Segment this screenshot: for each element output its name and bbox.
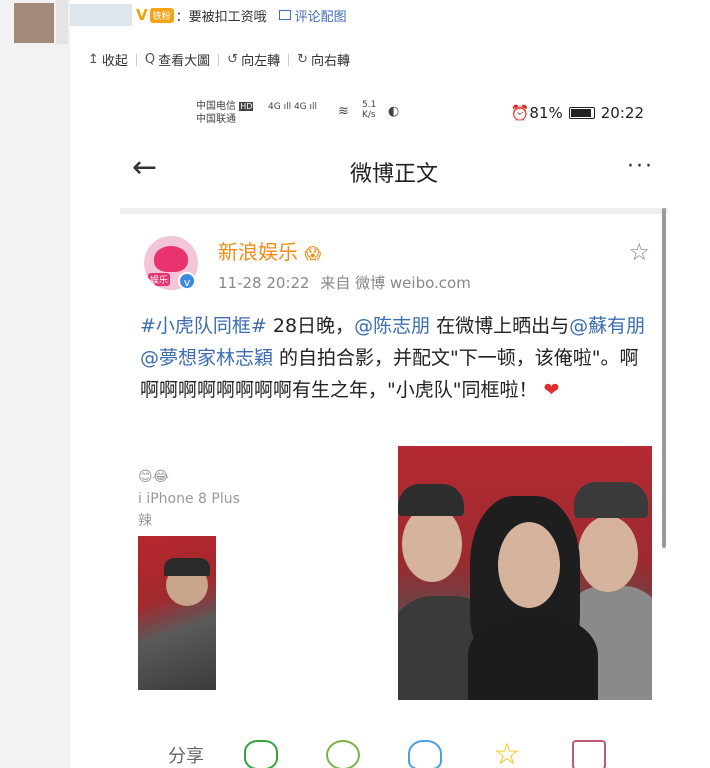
person-body [468,616,598,700]
favorite-star-icon: ☆ [628,238,650,266]
status-right: ⏰81% 20:22 [511,104,644,122]
author-emoji-icon: 😱 [304,244,322,263]
person-cap [398,484,464,516]
fan-badge: 铁粉 [149,7,174,23]
strip-device: i iPhone 8 Plus [138,491,240,507]
post-text-1: 28日晚， [266,315,355,337]
comment-image[interactable]: 中国电信 HD 中国联通 4G ıll 4G ıll ≋ 5.1 K/s ◐ ⏰… [120,82,668,768]
net-speed-value: 5.1 [362,100,377,110]
verified-badge: V [136,6,148,24]
star-icon: ☆ [493,737,521,768]
sina-eye-logo [154,246,188,272]
comment-picture-label: 评论配图 [294,9,347,25]
signal-1-label: 4G [268,102,281,112]
post-text-2: 在微博上晒出与 [430,315,570,337]
comment-row: V 铁粉 ：要被扣工资哦 评论配图 [70,0,347,30]
status-time: 20:22 [600,104,644,122]
phone-status-bar: 中国电信 HD 中国联通 4G ıll 4G ıll ≋ 5.1 K/s ◐ ⏰… [120,82,668,132]
commenter-avatar[interactable] [14,3,54,43]
section-divider [120,208,668,214]
post-time: 11-28 20:22 [218,274,310,292]
net-speed-unit: K/s [362,110,376,120]
rotate-left-label: 向左轉 [241,54,281,69]
mention-3: @夢想家林志穎 [140,347,274,369]
moments-icon [326,740,360,768]
heart-icon: ❤ [543,379,560,401]
person-cap [164,558,210,576]
mention-2: @蘇有朋 [569,315,646,337]
image-icon [278,10,291,20]
battery-icon [568,107,595,119]
person-cap [574,482,648,518]
rotate-right-icon: ↻ [297,52,308,67]
alarm-battery-text: ⏰81% [510,104,563,122]
collapse-icon: ↥ [88,52,99,67]
topic-tag: #小虎队同框# [140,315,267,337]
post-meta: 11-28 20:22 来自 微博 weibo.com [218,272,471,293]
signal-bars-icon: ıll [306,102,318,112]
cropped-repost-strip: 😊😂 i iPhone 8 Plus 辣 [138,466,240,532]
wifi-icon: ≋ [338,104,349,119]
avatar-label: 娱乐 [148,273,171,286]
weibo-nav-bar: ← 微博正文 ··· [120,138,668,198]
left-margin [0,0,70,768]
carrier-2: 中国联通 [196,114,236,125]
post-source: 来自 微博 weibo.com [320,274,471,292]
photo-icon [572,740,606,768]
signal-2-label: 4G [293,102,307,112]
hd-badge: HD [239,102,254,111]
strip-emoji: 😊😂 [138,469,169,485]
small-photo [138,536,216,690]
view-large-button[interactable]: Q 查看大圖 [137,50,218,69]
more-icon: ··· [627,154,654,179]
avatar-frame [56,0,68,44]
image-toolbar: ↥ 收起 Q 查看大圖 ↺ 向左轉 ↻ 向右轉 [88,50,358,69]
rotate-left-button[interactable]: ↺ 向左轉 [219,50,288,69]
scrollbar [662,208,666,548]
carrier-names: 中国电信 HD 中国联通 [196,100,254,126]
strip-text: 辣 [138,513,152,529]
post-author: 新浪娱乐 😱 [218,236,321,265]
view-large-label: 查看大圖 [158,54,211,69]
selfie-photo [398,446,652,700]
signal-indicators: 4G ıll 4G ıll [268,102,317,112]
qq-icon [408,740,442,768]
wechat-icon [244,740,278,768]
share-label: 分享 [168,746,204,767]
share-bar: 分享 ☆ [168,737,668,768]
rotate-right-button[interactable]: ↻ 向右轉 [289,50,358,69]
commenter-name-redacted[interactable] [70,4,132,26]
net-speed: 5.1 K/s [362,100,376,120]
verified-icon: v [178,272,196,290]
page: V 铁粉 ：要被扣工资哦 评论配图 ↥ 收起 Q 查看大圖 ↺ 向左轉 ↻ 向右… [0,0,710,768]
post-body: #小虎队同框# 28日晚，@陈志朋 在微博上晒出与@蘇有朋 @夢想家林志穎 的自… [140,310,650,406]
person-face [498,522,560,608]
magnifier-icon: Q [144,52,156,67]
comment-text: ：要被扣工资哦 [175,9,267,25]
eye-comfort-icon: ◐ [388,104,400,119]
carrier-1: 中国电信 [196,101,236,112]
comment-picture-link[interactable]: 评论配图 [278,6,347,25]
post-author-name: 新浪娱乐 [218,240,298,264]
collapse-label: 收起 [101,54,128,69]
collapse-button[interactable]: ↥ 收起 [88,50,136,69]
mention-1: @陈志朋 [354,315,431,337]
rotate-left-icon: ↺ [227,52,239,67]
nav-title: 微博正文 [349,162,438,187]
person-face [402,506,462,582]
person-face [578,516,638,592]
signal-bars-icon: ıll [280,102,294,112]
rotate-right-label: 向右轉 [311,54,351,69]
